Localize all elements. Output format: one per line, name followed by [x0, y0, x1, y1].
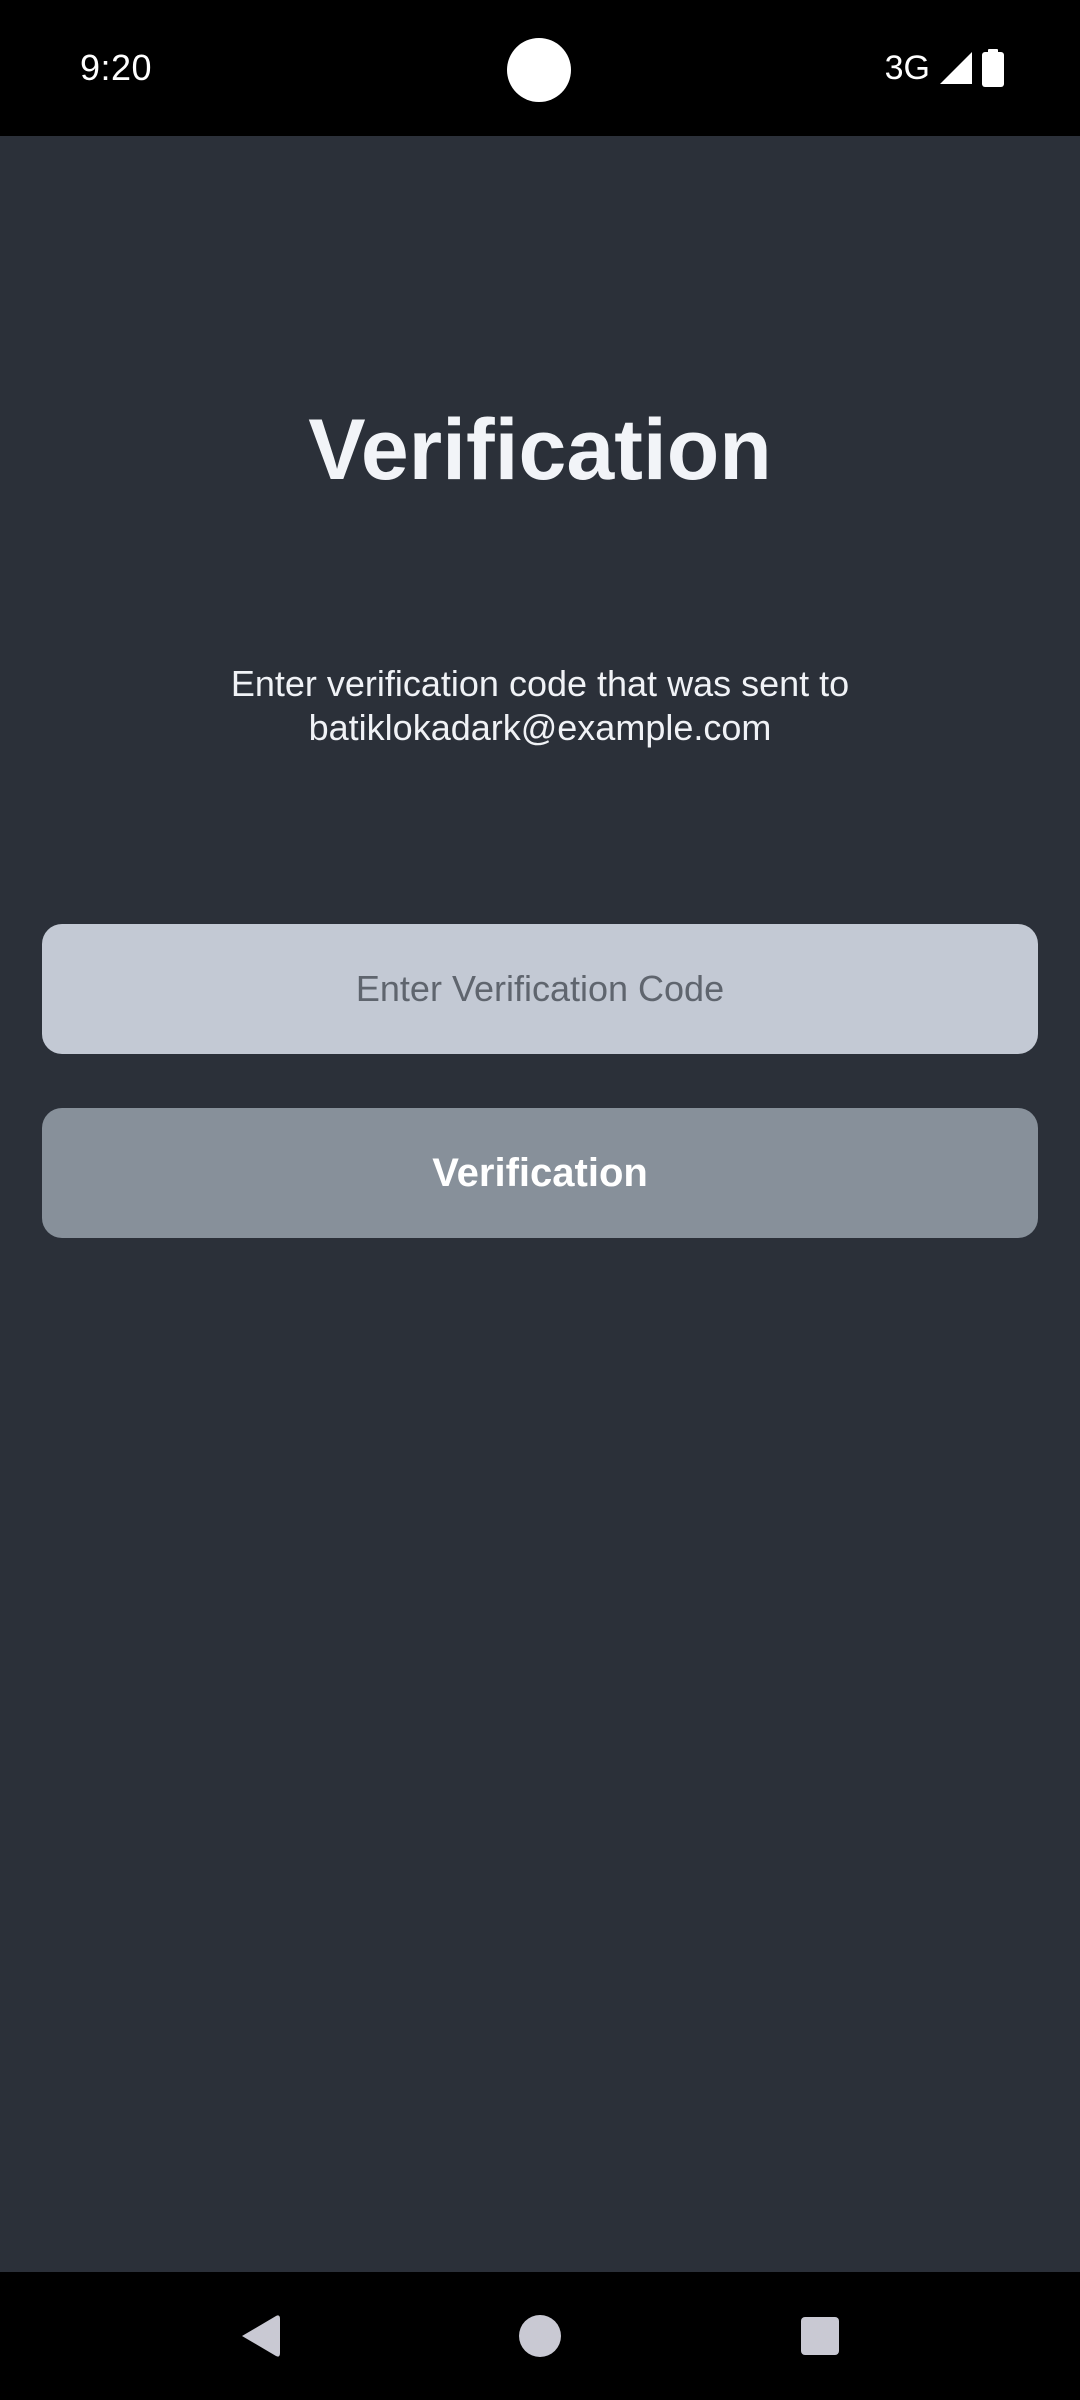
recents-button[interactable]: [760, 2272, 880, 2400]
status-time: 9:20: [80, 47, 153, 88]
back-icon: [242, 2315, 280, 2357]
status-indicators: 3G: [885, 46, 1004, 90]
home-icon: [519, 2315, 561, 2357]
network-type: 3G: [884, 49, 930, 87]
battery-icon: [982, 49, 1004, 87]
verification-instructions: Enter verification code that was sent to…: [230, 663, 850, 748]
verification-button[interactable]: Verification: [42, 1108, 1038, 1238]
navigation-bar: [0, 2272, 1080, 2400]
status-bar: 9:20 3G: [0, 0, 1080, 136]
verification-screen: Verification Enter verification code tha…: [0, 136, 1080, 2272]
verification-code-input[interactable]: [42, 924, 1038, 1054]
home-button[interactable]: [480, 2272, 600, 2400]
page-title: Verification: [308, 402, 772, 498]
camera-cutout: [507, 38, 571, 102]
recents-icon: [801, 2317, 839, 2355]
back-button[interactable]: [200, 2272, 320, 2400]
signal-icon: [940, 52, 972, 84]
